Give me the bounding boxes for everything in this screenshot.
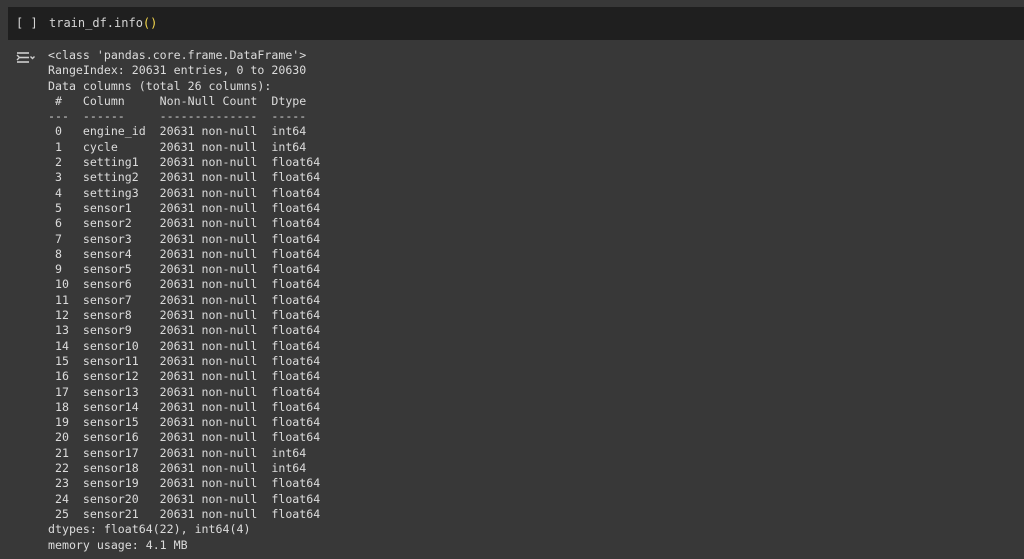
output-line: 9 sensor5 20631 non-null float64 <box>48 262 321 277</box>
output-line: # Column Non-Null Count Dtype <box>48 93 321 108</box>
cell-output: <class 'pandas.core.frame.DataFrame'> Ran… <box>48 48 320 553</box>
code-parens: () <box>142 16 158 30</box>
code-text: train_df.info <box>49 16 143 30</box>
output-line: 22 sensor18 20631 non-null int64 <box>48 461 321 476</box>
output-line: memory usage: 4.1 MB <box>48 537 188 552</box>
code-editor[interactable]: train_df.info() <box>49 16 157 30</box>
output-line: 13 sensor9 20631 non-null float64 <box>48 323 321 338</box>
run-cell-button[interactable]: [ ] <box>16 16 38 30</box>
output-line: 12 sensor8 20631 non-null float64 <box>48 308 321 323</box>
output-collapse-icon[interactable] <box>16 50 36 66</box>
output-line: 24 sensor20 20631 non-null float64 <box>48 491 321 506</box>
output-line: 5 sensor1 20631 non-null float64 <box>48 200 321 215</box>
output-line: 2 setting1 20631 non-null float64 <box>48 155 321 170</box>
output-line: 19 sensor15 20631 non-null float64 <box>48 415 321 430</box>
output-line: 20 sensor16 20631 non-null float64 <box>48 430 321 445</box>
output-line: 21 sensor17 20631 non-null int64 <box>48 445 321 460</box>
output-line: 0 engine_id 20631 non-null int64 <box>48 124 321 139</box>
output-line: 15 sensor11 20631 non-null float64 <box>48 353 321 368</box>
output-line: RangeIndex: 20631 entries, 0 to 20630 <box>48 63 307 78</box>
output-line: --- ------ -------------- ----- <box>48 109 321 124</box>
output-line: <class 'pandas.core.frame.DataFrame'> <box>48 48 307 62</box>
output-line: 1 cycle 20631 non-null int64 <box>48 139 321 154</box>
output-line: 23 sensor19 20631 non-null float64 <box>48 476 321 491</box>
output-line: 8 sensor4 20631 non-null float64 <box>48 246 321 261</box>
output-line: 11 sensor7 20631 non-null float64 <box>48 292 321 307</box>
code-cell-input[interactable]: [ ] train_df.info() <box>8 7 1024 40</box>
output-line: 25 sensor21 20631 non-null float64 <box>48 506 321 521</box>
output-line: dtypes: float64(22), int64(4) <box>48 522 251 537</box>
output-line: 17 sensor13 20631 non-null float64 <box>48 384 321 399</box>
output-line: 7 sensor3 20631 non-null float64 <box>48 231 321 246</box>
output-line: Data columns (total 26 columns): <box>48 78 272 93</box>
output-line: 14 sensor10 20631 non-null float64 <box>48 338 321 353</box>
output-line: 3 setting2 20631 non-null float64 <box>48 170 321 185</box>
output-line: 18 sensor14 20631 non-null float64 <box>48 399 321 414</box>
output-line: 16 sensor12 20631 non-null float64 <box>48 369 321 384</box>
output-line: 6 sensor2 20631 non-null float64 <box>48 216 321 231</box>
output-line: 4 setting3 20631 non-null float64 <box>48 185 321 200</box>
output-line: 10 sensor6 20631 non-null float64 <box>48 277 321 292</box>
